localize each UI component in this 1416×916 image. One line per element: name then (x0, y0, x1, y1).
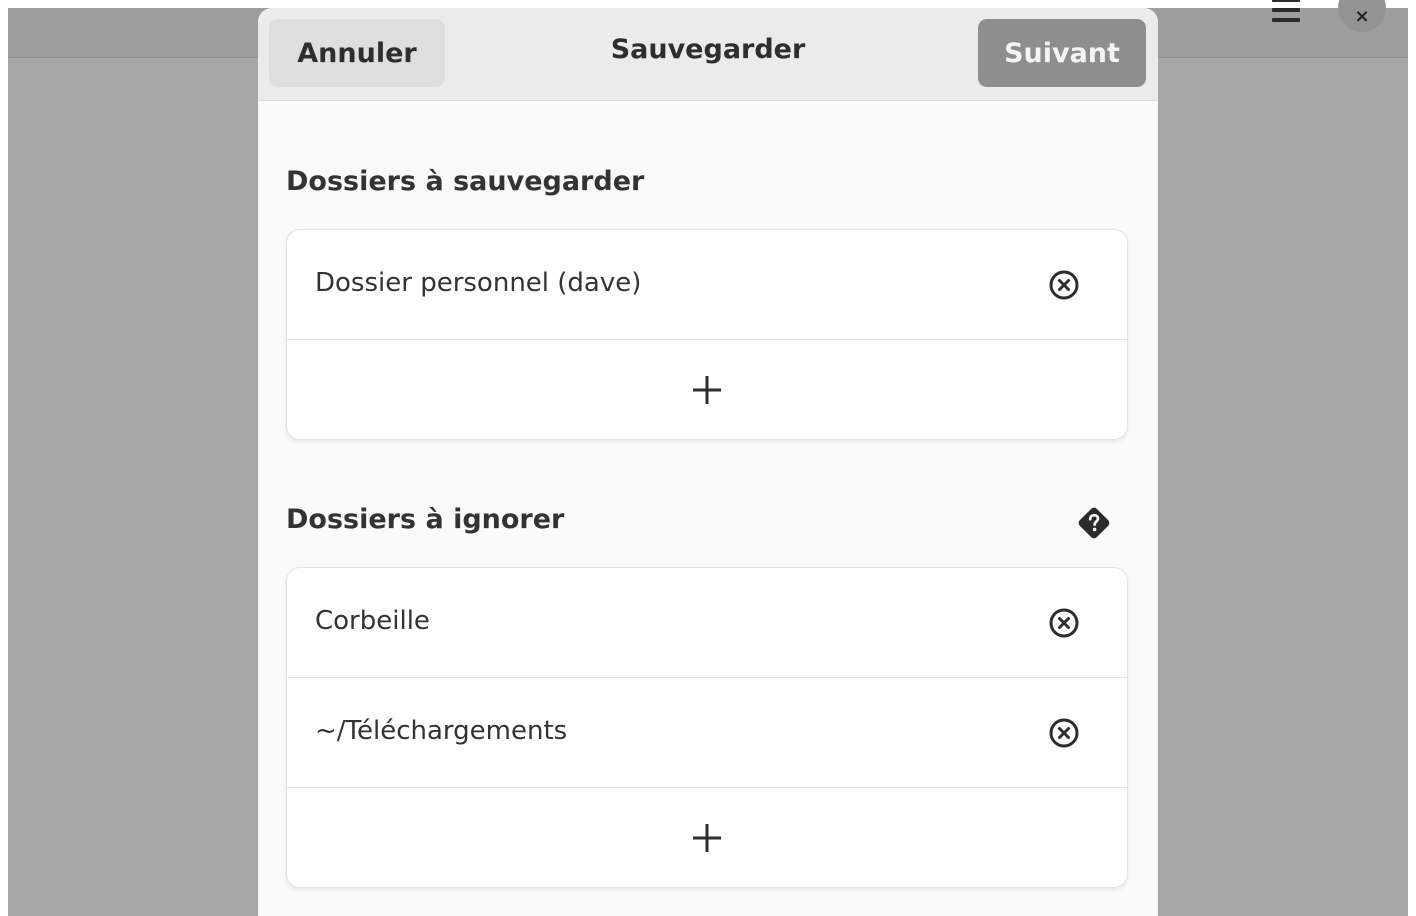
exclude-folders-list: Corbeille ~/Téléchargements (286, 567, 1128, 888)
dialog-header: Annuler Sauvegarder Suivant (258, 8, 1158, 101)
plus-icon[interactable] (690, 821, 724, 855)
folder-label: Corbeille (315, 606, 430, 636)
folder-label: Dossier personnel (dave) (315, 268, 642, 298)
next-button[interactable]: Suivant (978, 19, 1146, 87)
add-exclude-folder-row[interactable] (287, 788, 1127, 887)
include-folders-list: Dossier personnel (dave) (286, 229, 1128, 440)
window-close-button[interactable]: × (1338, 0, 1386, 32)
close-icon: × (1354, 6, 1370, 27)
remove-circle-icon[interactable] (1047, 716, 1081, 750)
list-item: Corbeille (287, 568, 1127, 678)
hamburger-menu-icon[interactable] (1264, 0, 1304, 28)
add-include-folder-row[interactable] (287, 340, 1127, 439)
help-icon[interactable] (1076, 505, 1112, 541)
plus-icon[interactable] (690, 373, 724, 407)
folder-label: ~/Téléchargements (315, 716, 568, 746)
remove-circle-icon[interactable] (1047, 268, 1081, 302)
backup-dialog: Annuler Sauvegarder Suivant Dossiers à s… (258, 8, 1158, 916)
remove-circle-icon[interactable] (1047, 606, 1081, 640)
include-section-title: Dossiers à sauvegarder (286, 166, 645, 197)
exclude-section-title: Dossiers à ignorer (286, 504, 565, 535)
list-item: Dossier personnel (dave) (287, 230, 1127, 340)
screen: × Annuler Sauvegarder Suivant Dossiers à… (0, 0, 1416, 916)
list-item: ~/Téléchargements (287, 678, 1127, 788)
